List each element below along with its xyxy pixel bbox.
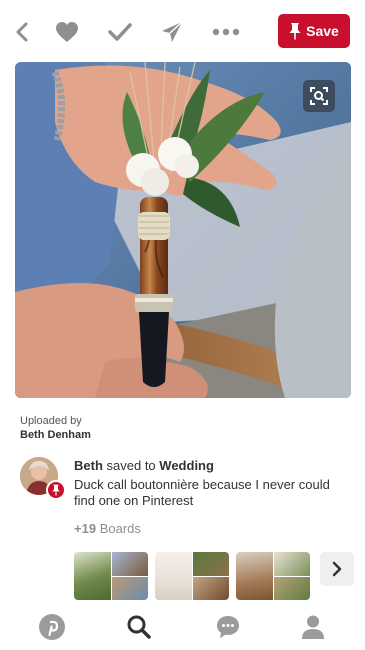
ellipsis-icon xyxy=(212,28,240,36)
send-button[interactable] xyxy=(158,18,186,46)
boards-count-number: +19 xyxy=(74,521,97,536)
board-thumb-cell xyxy=(155,552,192,600)
pinterest-logo-icon xyxy=(39,614,65,640)
chevron-right-icon xyxy=(332,561,342,577)
checkmark-icon xyxy=(108,23,132,41)
visual-search-icon xyxy=(310,87,328,105)
board-thumb-cell xyxy=(192,576,229,600)
tab-messages[interactable] xyxy=(213,612,243,642)
chevron-left-icon xyxy=(16,22,28,42)
saver-name[interactable]: Beth xyxy=(74,458,103,473)
board-thumbnail[interactable] xyxy=(74,552,148,600)
board-thumbnail[interactable] xyxy=(155,552,229,600)
tab-profile[interactable] xyxy=(298,612,328,642)
uploaded-by-label: Uploaded by xyxy=(20,415,82,427)
board-thumb-cell xyxy=(111,576,148,600)
visual-search-button[interactable] xyxy=(303,80,335,112)
boards-count-label: Boards xyxy=(99,521,141,536)
tab-search[interactable] xyxy=(124,612,154,642)
like-button[interactable] xyxy=(53,18,81,46)
uploader-name[interactable]: Beth Denham xyxy=(20,428,91,442)
board-thumbnail[interactable] xyxy=(236,552,310,600)
board-thumbnails xyxy=(74,552,314,602)
board-thumb-cell xyxy=(74,552,111,600)
more-button[interactable] xyxy=(210,18,242,46)
tab-home[interactable] xyxy=(37,612,67,642)
back-button[interactable] xyxy=(8,18,36,46)
boards-next-button[interactable] xyxy=(320,552,354,586)
boards-count[interactable]: +19 Boards xyxy=(74,521,141,536)
saved-to-line: Beth saved to Wedding xyxy=(74,458,214,473)
heart-icon xyxy=(56,22,78,42)
bottom-tab-bar xyxy=(0,600,365,650)
paper-plane-icon xyxy=(162,21,183,42)
uploaded-by: Uploaded by Beth Denham xyxy=(20,414,91,442)
search-icon xyxy=(127,615,151,639)
chat-bubble-icon xyxy=(217,616,239,638)
pushpin-icon xyxy=(52,484,60,496)
save-button[interactable]: Save xyxy=(278,14,350,48)
saver-avatar-wrap[interactable] xyxy=(20,457,66,501)
board-thumb-cell xyxy=(273,576,310,600)
board-thumb-cell xyxy=(273,552,310,576)
pin-image[interactable] xyxy=(15,62,351,398)
pushpin-icon xyxy=(289,23,301,40)
board-thumb-cell xyxy=(192,552,229,576)
pin-badge xyxy=(46,480,66,500)
save-label: Save xyxy=(306,23,339,39)
tried-it-button[interactable] xyxy=(106,18,134,46)
board-thumb-cell xyxy=(111,552,148,576)
board-name[interactable]: Wedding xyxy=(159,458,214,473)
top-toolbar: Save xyxy=(0,0,365,62)
saved-to-text: saved to xyxy=(106,458,156,473)
pin-photo-illustration xyxy=(15,62,351,398)
board-thumb-cell xyxy=(236,552,273,600)
pin-description: Duck call boutonnière because I never co… xyxy=(74,477,330,508)
profile-icon xyxy=(302,615,324,639)
